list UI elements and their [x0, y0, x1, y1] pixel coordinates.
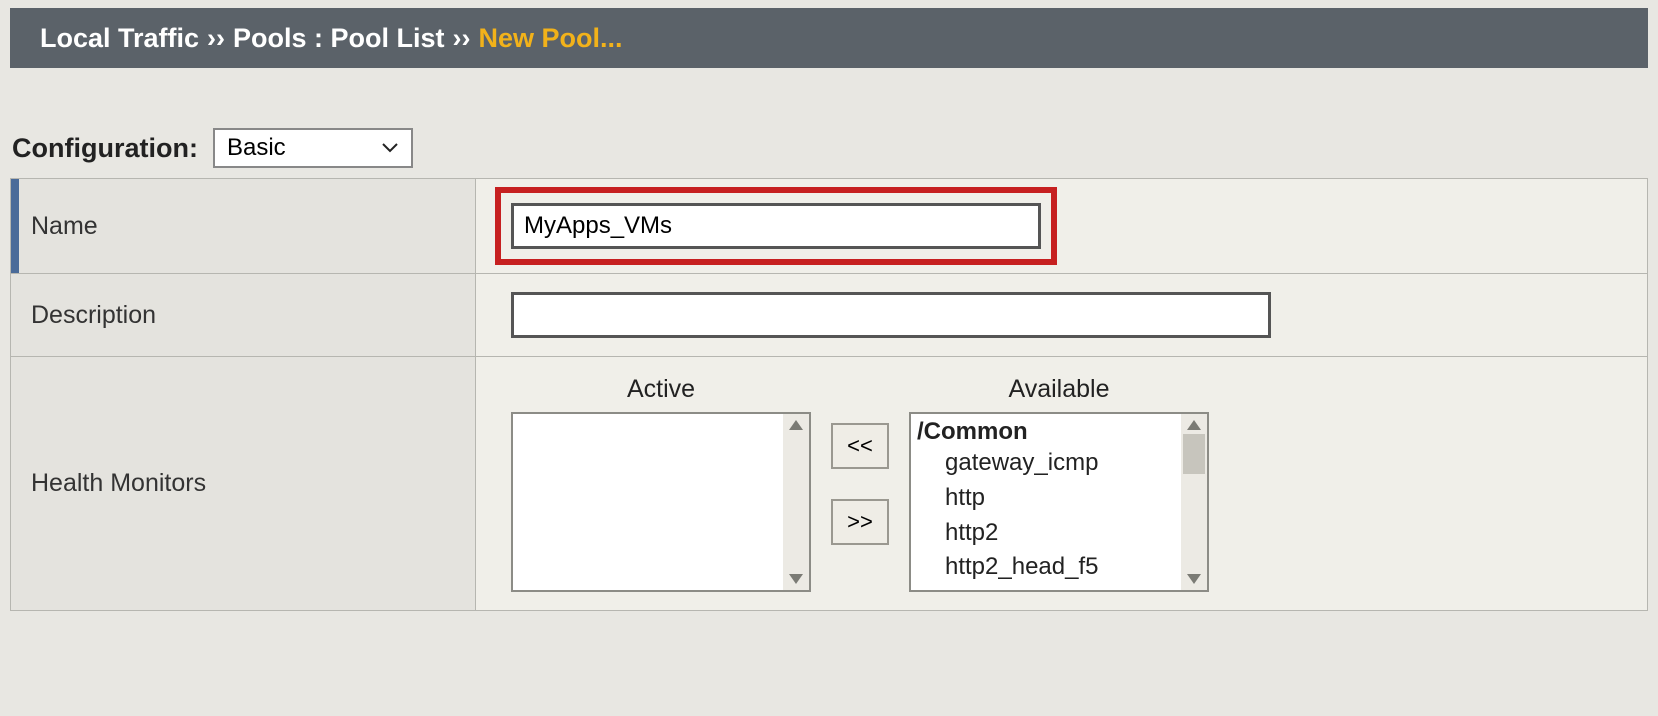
- breadcrumb-local-traffic[interactable]: Local Traffic: [40, 23, 199, 54]
- available-option[interactable]: http2: [917, 516, 1201, 551]
- row-name: Name: [11, 179, 1647, 274]
- configuration-select-value: Basic: [227, 134, 381, 162]
- breadcrumb-current: New Pool...: [479, 23, 623, 54]
- available-option[interactable]: gateway_icmp: [917, 446, 1201, 481]
- breadcrumb: Local Traffic ›› Pools : Pool List ›› Ne…: [10, 8, 1648, 68]
- active-column-label: Active: [627, 375, 695, 404]
- name-highlight-box: [495, 187, 1057, 265]
- breadcrumb-sep-1: ››: [207, 23, 225, 54]
- description-label: Description: [11, 274, 476, 356]
- scroll-up-icon: [1187, 420, 1201, 430]
- description-input[interactable]: [511, 292, 1271, 338]
- breadcrumb-pools[interactable]: Pools : Pool List: [233, 23, 445, 54]
- row-description: Description: [11, 274, 1647, 357]
- configuration-label: Configuration:: [12, 133, 198, 164]
- scroll-down-icon: [1187, 574, 1201, 584]
- available-group: /Common: [917, 418, 1201, 446]
- scrollbar[interactable]: [1181, 414, 1207, 590]
- row-health-monitors: Health Monitors Active: [11, 357, 1647, 610]
- available-monitors-listbox[interactable]: /Common gateway_icmp http http2 http2_he…: [909, 412, 1209, 592]
- name-input[interactable]: [511, 203, 1041, 249]
- health-monitors-label: Health Monitors: [11, 357, 476, 610]
- scroll-thumb[interactable]: [1183, 434, 1205, 474]
- available-option[interactable]: http2_head_f5: [917, 550, 1201, 585]
- configuration-select[interactable]: Basic: [213, 128, 413, 168]
- scroll-down-icon: [789, 574, 803, 584]
- available-option[interactable]: http: [917, 481, 1201, 516]
- scrollbar[interactable]: [783, 414, 809, 590]
- available-column-label: Available: [1008, 375, 1109, 404]
- chevron-down-icon: [381, 137, 399, 160]
- scroll-up-icon: [789, 420, 803, 430]
- configuration-row: Configuration: Basic: [10, 128, 1648, 168]
- active-monitors-listbox[interactable]: [511, 412, 811, 592]
- move-right-button[interactable]: >>: [831, 499, 889, 545]
- breadcrumb-sep-2: ››: [453, 23, 471, 54]
- name-label: Name: [11, 179, 476, 273]
- move-left-button[interactable]: <<: [831, 423, 889, 469]
- form-table: Name Description Health Monitors Active: [10, 178, 1648, 611]
